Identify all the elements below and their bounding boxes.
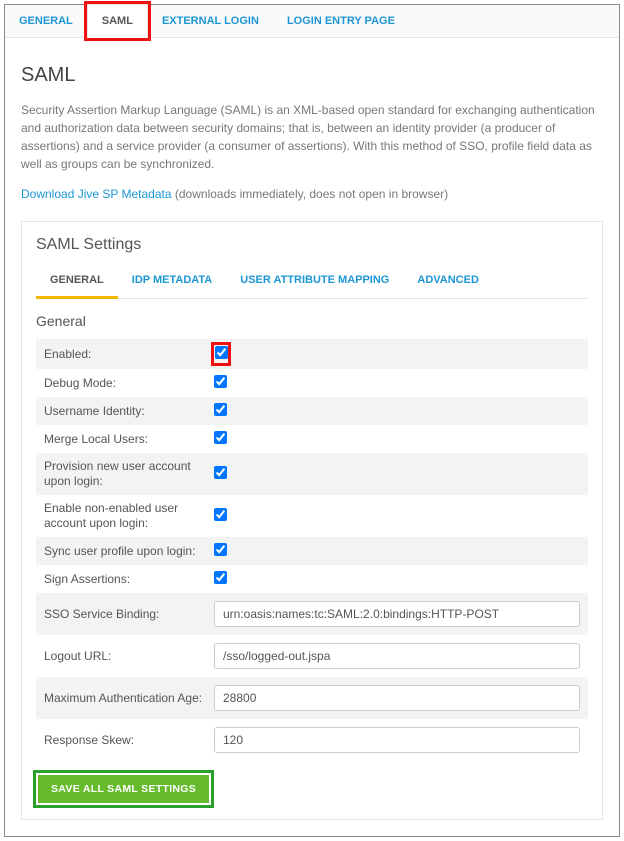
- label-max-auth-age: Maximum Authentication Age:: [44, 691, 214, 706]
- label-sign-assertions: Sign Assertions:: [44, 572, 214, 587]
- topnav-general[interactable]: GENERAL: [5, 5, 87, 37]
- topnav-saml[interactable]: SAML: [87, 4, 148, 38]
- label-enabled: Enabled:: [44, 347, 214, 362]
- label-merge-users: Merge Local Users:: [44, 432, 214, 447]
- input-logout-url[interactable]: [214, 643, 580, 669]
- input-response-skew[interactable]: [214, 727, 580, 753]
- enabled-highlight: [214, 345, 228, 363]
- label-username-identity: Username Identity:: [44, 404, 214, 419]
- checkbox-enabled[interactable]: [215, 346, 228, 359]
- section-title-general: General: [36, 313, 588, 329]
- panel-title: SAML Settings: [36, 236, 588, 254]
- download-metadata-link[interactable]: Download Jive SP Metadata: [21, 187, 172, 201]
- download-line: Download Jive SP Metadata (downloads imm…: [21, 185, 603, 203]
- input-max-auth-age[interactable]: [214, 685, 580, 711]
- checkbox-merge-users[interactable]: [214, 431, 227, 444]
- label-provision-new: Provision new user account upon login:: [44, 459, 214, 489]
- label-sso-binding: SSO Service Binding:: [44, 607, 214, 622]
- tab-general[interactable]: GENERAL: [36, 264, 118, 299]
- download-suffix: (downloads immediately, does not open in…: [172, 187, 449, 201]
- checkbox-provision-new[interactable]: [214, 466, 227, 479]
- checkbox-debug[interactable]: [214, 375, 227, 388]
- saml-settings-panel: SAML Settings GENERAL IDP METADATA USER …: [21, 221, 603, 820]
- tab-advanced[interactable]: ADVANCED: [403, 264, 493, 298]
- save-highlight: SAVE ALL SAML SETTINGS: [36, 773, 211, 805]
- general-form: Enabled: Debug Mode: Username Identity:: [36, 339, 588, 761]
- app-frame: GENERAL SAML EXTERNAL LOGIN LOGIN ENTRY …: [4, 4, 620, 837]
- page-title: SAML: [21, 64, 603, 87]
- label-logout-url: Logout URL:: [44, 649, 214, 664]
- checkbox-sign-assertions[interactable]: [214, 571, 227, 584]
- page-description: Security Assertion Markup Language (SAML…: [21, 101, 603, 173]
- save-all-saml-settings-button[interactable]: SAVE ALL SAML SETTINGS: [38, 775, 209, 803]
- tab-idp-metadata[interactable]: IDP METADATA: [118, 264, 226, 298]
- topnav-external-login[interactable]: EXTERNAL LOGIN: [148, 5, 273, 37]
- checkbox-username-identity[interactable]: [214, 403, 227, 416]
- label-debug: Debug Mode:: [44, 376, 214, 391]
- label-response-skew: Response Skew:: [44, 733, 214, 748]
- label-enable-nonenabled: Enable non-enabled user account upon log…: [44, 501, 214, 531]
- topnav-login-entry-page[interactable]: LOGIN ENTRY PAGE: [273, 5, 409, 37]
- top-nav: GENERAL SAML EXTERNAL LOGIN LOGIN ENTRY …: [5, 5, 619, 38]
- settings-tabs: GENERAL IDP METADATA USER ATTRIBUTE MAPP…: [36, 264, 588, 299]
- checkbox-sync-profile[interactable]: [214, 543, 227, 556]
- checkbox-enable-nonenabled[interactable]: [214, 508, 227, 521]
- page-content: SAML Security Assertion Markup Language …: [5, 38, 619, 836]
- input-sso-binding[interactable]: [214, 601, 580, 627]
- tab-user-attribute-mapping[interactable]: USER ATTRIBUTE MAPPING: [226, 264, 403, 298]
- label-sync-profile: Sync user profile upon login:: [44, 544, 214, 559]
